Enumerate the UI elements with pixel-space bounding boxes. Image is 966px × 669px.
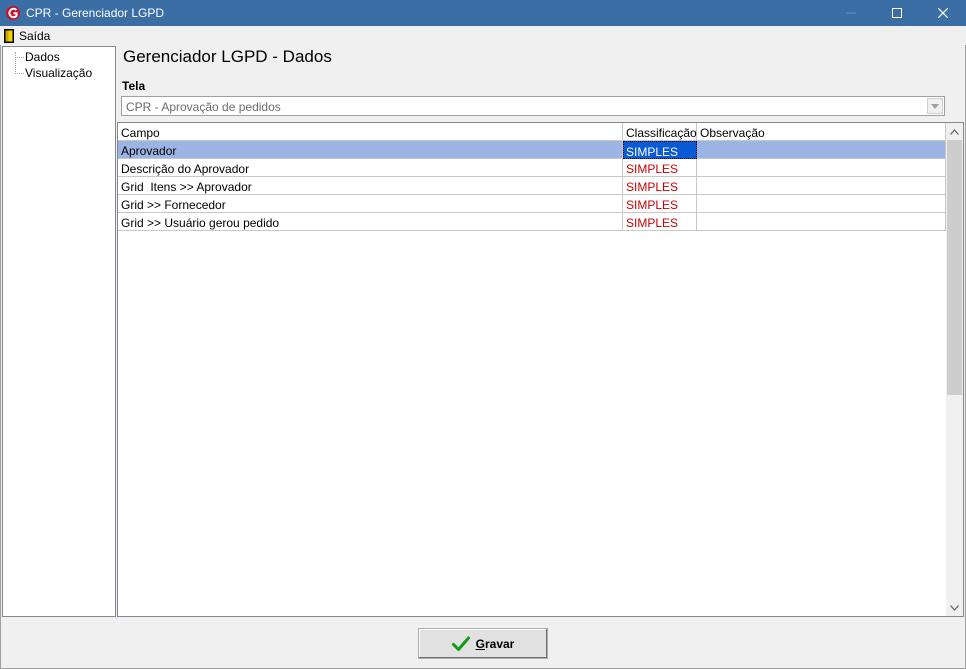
cell-classificacao[interactable]: SIMPLES (623, 213, 697, 231)
screen-label: Tela (122, 79, 146, 93)
page-title: Gerenciador LGPD - Dados (123, 47, 332, 66)
menu-bar: Saída (0, 26, 966, 45)
chevron-up-icon (950, 128, 959, 135)
screen-select-value: CPR - Aprovação de pedidos (126, 100, 281, 114)
chevron-down-icon (931, 103, 939, 109)
dropdown-button[interactable] (927, 98, 943, 114)
close-button[interactable] (920, 0, 966, 26)
scroll-up-button[interactable] (946, 123, 963, 140)
tree-item-dados[interactable]: Dados (3, 49, 115, 65)
cell-observacao[interactable] (697, 177, 946, 195)
cell-classificacao[interactable]: SIMPLES (623, 195, 697, 213)
column-header-campo[interactable]: Campo (118, 123, 623, 141)
table-row[interactable]: Descrição do Aprovador SIMPLES (118, 159, 946, 177)
door-exit-icon (4, 28, 14, 43)
cell-campo[interactable]: Grid >> Fornecedor (118, 195, 623, 213)
column-header-classificacao[interactable]: Classificação (623, 123, 697, 141)
cell-observacao[interactable] (697, 141, 946, 159)
tree-item-visualizacao[interactable]: Visualização (3, 65, 115, 81)
cell-observacao[interactable] (697, 195, 946, 213)
tree-item-label: Visualização (25, 66, 93, 80)
checkmark-icon (451, 636, 470, 651)
menu-exit-label: Saída (19, 28, 51, 43)
cell-classificacao[interactable]: SIMPLES (623, 177, 697, 195)
table-row[interactable]: Aprovador SIMPLES (118, 141, 946, 159)
cell-campo[interactable]: Aprovador (118, 141, 623, 159)
cell-campo[interactable]: Grid >> Usuário gerou pedido (118, 213, 623, 231)
window-title: CPR - Gerenciador LGPD (26, 6, 165, 20)
cell-classificacao[interactable]: SIMPLES (623, 159, 697, 177)
title-bar[interactable]: CPR - Gerenciador LGPD (0, 0, 966, 26)
grid-header: Campo Classificação Observação (118, 123, 946, 141)
save-button-label: Gravar (475, 636, 515, 651)
column-header-observacao[interactable]: Observação (697, 123, 946, 141)
data-grid[interactable]: Campo Classificação Observação Aprovador… (117, 122, 964, 617)
cell-campo[interactable]: Grid Itens >> Aprovador (118, 177, 623, 195)
maximize-icon (892, 8, 902, 18)
cell-campo[interactable]: Descrição do Aprovador (118, 159, 623, 177)
chevron-down-icon (950, 604, 959, 611)
cell-classificacao[interactable]: SIMPLES (623, 141, 697, 159)
menu-exit[interactable]: Saída (3, 27, 50, 44)
tree-connector (15, 73, 24, 74)
screen-select[interactable]: CPR - Aprovação de pedidos (121, 96, 945, 116)
cell-observacao[interactable] (697, 213, 946, 231)
table-row[interactable]: Grid Itens >> Aprovador SIMPLES (118, 177, 946, 195)
minimize-button[interactable] (828, 0, 874, 26)
table-row[interactable]: Grid >> Usuário gerou pedido SIMPLES (118, 213, 946, 231)
tree-connector (15, 57, 24, 58)
tree-item-label: Dados (25, 50, 60, 64)
save-button[interactable]: Gravar (418, 628, 548, 659)
maximize-button[interactable] (874, 0, 920, 26)
scrollbar-thumb[interactable] (947, 140, 962, 395)
minimize-icon (846, 12, 856, 14)
table-row[interactable]: Grid >> Fornecedor SIMPLES (118, 195, 946, 213)
app-logo-icon (6, 6, 20, 20)
vertical-scrollbar[interactable] (946, 123, 963, 616)
scroll-down-button[interactable] (946, 599, 963, 616)
close-icon (938, 8, 948, 18)
cell-observacao[interactable] (697, 159, 946, 177)
navigation-tree: Dados Visualização (2, 46, 116, 617)
